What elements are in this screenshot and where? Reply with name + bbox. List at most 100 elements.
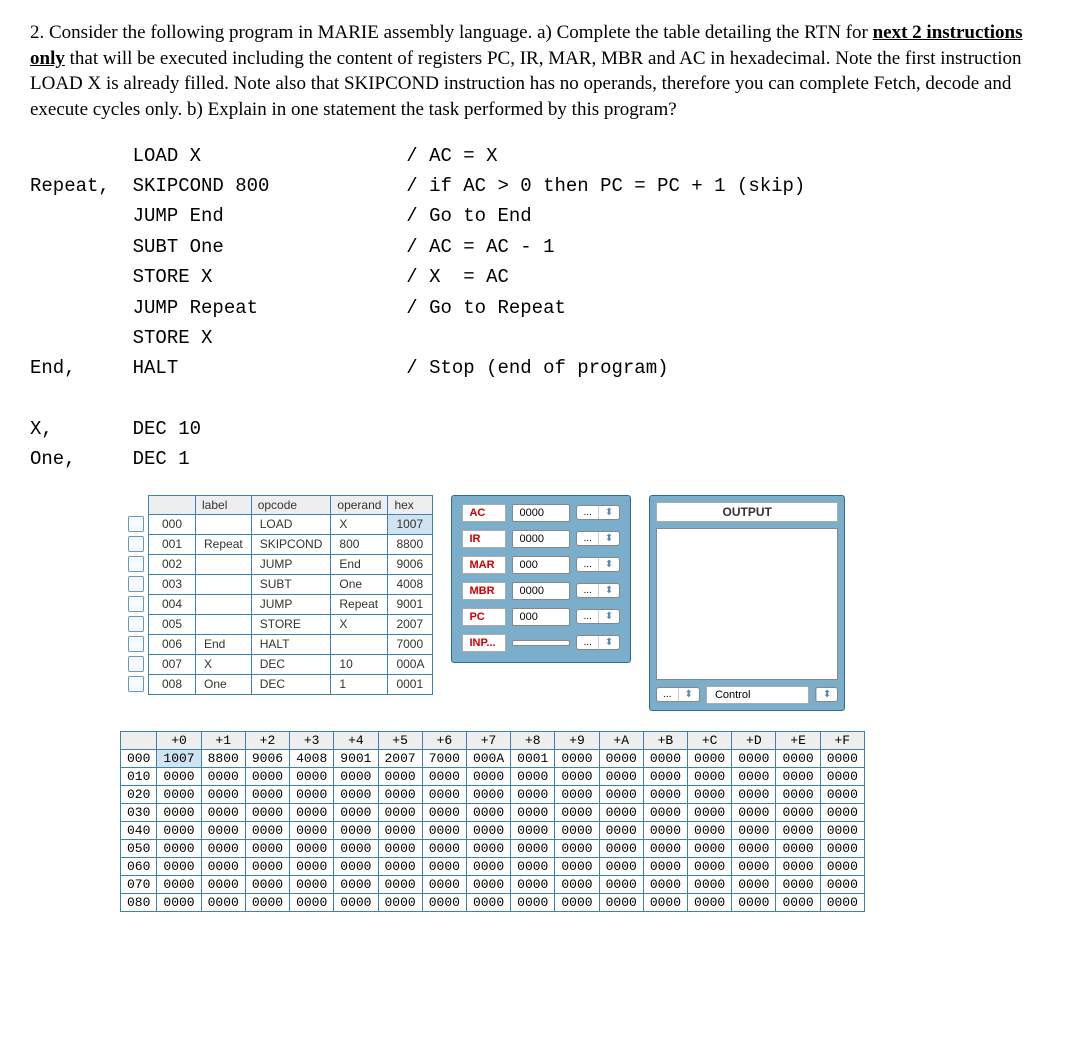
- memdump-cell[interactable]: 0000: [776, 803, 820, 821]
- memdump-cell[interactable]: 0000: [643, 821, 687, 839]
- memdump-cell[interactable]: 0000: [599, 839, 643, 857]
- memdump-cell[interactable]: 0000: [511, 839, 555, 857]
- memdump-cell[interactable]: 000A: [466, 749, 510, 767]
- memdump-cell[interactable]: 0000: [820, 893, 864, 911]
- memdump-cell[interactable]: 0000: [643, 785, 687, 803]
- reg-stepper-pc[interactable]: ...⬍: [576, 609, 620, 624]
- memdump-cell[interactable]: 0000: [245, 839, 289, 857]
- memdump-cell[interactable]: 0000: [422, 785, 466, 803]
- memdump-cell[interactable]: 0000: [334, 839, 378, 857]
- memdump-cell[interactable]: 0000: [466, 767, 510, 785]
- memdump-cell[interactable]: 0000: [555, 803, 599, 821]
- memdump-cell[interactable]: 0000: [290, 893, 334, 911]
- memdump-cell[interactable]: 0000: [334, 803, 378, 821]
- memdump-cell[interactable]: 0000: [732, 803, 776, 821]
- memdump-cell[interactable]: 0000: [732, 749, 776, 767]
- reg-stepper-mbr[interactable]: ...⬍: [576, 583, 620, 598]
- memdump-cell[interactable]: 0000: [334, 785, 378, 803]
- output-textarea[interactable]: [656, 528, 838, 680]
- memdump-cell[interactable]: 0000: [643, 875, 687, 893]
- memdump-cell[interactable]: 0000: [334, 893, 378, 911]
- memdump-cell[interactable]: 0000: [201, 875, 245, 893]
- memdump-cell[interactable]: 0000: [820, 767, 864, 785]
- memdump-cell[interactable]: 0000: [776, 767, 820, 785]
- memdump-cell[interactable]: 0000: [599, 875, 643, 893]
- memdump-cell[interactable]: 0000: [466, 893, 510, 911]
- memdump-cell[interactable]: 0000: [776, 893, 820, 911]
- memdump-cell[interactable]: 0000: [776, 749, 820, 767]
- memdump-cell[interactable]: 0000: [776, 785, 820, 803]
- memdump-cell[interactable]: 0000: [466, 821, 510, 839]
- memdump-cell[interactable]: 0000: [599, 857, 643, 875]
- memdump-cell[interactable]: 0000: [820, 839, 864, 857]
- memdump-cell[interactable]: 0000: [290, 785, 334, 803]
- memdump-cell[interactable]: 0000: [157, 893, 201, 911]
- reg-stepper-mar[interactable]: ...⬍: [576, 557, 620, 572]
- memdump-cell[interactable]: 0000: [422, 767, 466, 785]
- memdump-cell[interactable]: 0000: [422, 857, 466, 875]
- memdump-cell[interactable]: 0000: [776, 875, 820, 893]
- memdump-cell[interactable]: 0000: [776, 821, 820, 839]
- memdump-cell[interactable]: 0000: [290, 767, 334, 785]
- memdump-cell[interactable]: 0000: [334, 875, 378, 893]
- memdump-cell[interactable]: 0000: [378, 821, 422, 839]
- memdump-cell[interactable]: 0000: [643, 857, 687, 875]
- memdump-cell[interactable]: 0000: [732, 893, 776, 911]
- memdump-cell[interactable]: 0000: [511, 803, 555, 821]
- breakpoint-checkbox[interactable]: [128, 516, 144, 532]
- memdump-cell[interactable]: 0000: [511, 767, 555, 785]
- memdump-cell[interactable]: 9001: [334, 749, 378, 767]
- listing-row[interactable]: 002JUMPEnd9006: [120, 554, 433, 574]
- memdump-cell[interactable]: 1007: [157, 749, 201, 767]
- memdump-cell[interactable]: 0000: [334, 821, 378, 839]
- memdump-cell[interactable]: 0000: [599, 785, 643, 803]
- memdump-cell[interactable]: 0000: [378, 785, 422, 803]
- memdump-cell[interactable]: 0000: [422, 821, 466, 839]
- memdump-cell[interactable]: 0000: [201, 839, 245, 857]
- memdump-cell[interactable]: 0000: [290, 875, 334, 893]
- memdump-cell[interactable]: 0000: [776, 839, 820, 857]
- memdump-cell[interactable]: 0000: [820, 821, 864, 839]
- listing-row[interactable]: 001RepeatSKIPCOND8008800: [120, 534, 433, 554]
- output-mode-stepper[interactable]: ...⬍: [656, 687, 700, 702]
- memdump-cell[interactable]: 0000: [820, 875, 864, 893]
- memdump-cell[interactable]: 0000: [555, 821, 599, 839]
- breakpoint-checkbox[interactable]: [128, 596, 144, 612]
- memdump-cell[interactable]: 0000: [643, 893, 687, 911]
- memdump-cell[interactable]: 0000: [157, 785, 201, 803]
- listing-row[interactable]: 006EndHALT7000: [120, 634, 433, 654]
- memdump-cell[interactable]: 0000: [201, 767, 245, 785]
- memdump-cell[interactable]: 0000: [511, 821, 555, 839]
- memdump-cell[interactable]: 0000: [466, 839, 510, 857]
- memdump-cell[interactable]: 0000: [378, 875, 422, 893]
- memdump-cell[interactable]: 0001: [511, 749, 555, 767]
- memdump-cell[interactable]: 0000: [555, 785, 599, 803]
- memdump-cell[interactable]: 0000: [157, 857, 201, 875]
- memdump-cell[interactable]: 0000: [555, 749, 599, 767]
- memdump-cell[interactable]: 0000: [422, 893, 466, 911]
- memdump-cell[interactable]: 0000: [599, 893, 643, 911]
- memdump-cell[interactable]: 0000: [157, 767, 201, 785]
- memdump-cell[interactable]: 0000: [732, 875, 776, 893]
- memdump-cell[interactable]: 0000: [688, 767, 732, 785]
- memdump-cell[interactable]: 0000: [201, 821, 245, 839]
- memdump-cell[interactable]: 0000: [732, 839, 776, 857]
- memdump-cell[interactable]: 0000: [466, 803, 510, 821]
- memdump-cell[interactable]: 9006: [245, 749, 289, 767]
- memdump-cell[interactable]: 0000: [290, 821, 334, 839]
- listing-row[interactable]: 008OneDEC10001: [120, 674, 433, 694]
- memdump-cell[interactable]: 0000: [157, 875, 201, 893]
- memdump-cell[interactable]: 0000: [157, 821, 201, 839]
- memdump-cell[interactable]: 0000: [599, 803, 643, 821]
- breakpoint-checkbox[interactable]: [128, 576, 144, 592]
- memdump-cell[interactable]: 0000: [201, 857, 245, 875]
- memdump-cell[interactable]: 0000: [555, 875, 599, 893]
- breakpoint-checkbox[interactable]: [128, 616, 144, 632]
- listing-row[interactable]: 007XDEC10000A: [120, 654, 433, 674]
- reg-stepper-ac[interactable]: ...⬍: [576, 505, 620, 520]
- memdump-cell[interactable]: 0000: [555, 839, 599, 857]
- memdump-cell[interactable]: 0000: [290, 803, 334, 821]
- memdump-cell[interactable]: 0000: [378, 857, 422, 875]
- memdump-cell[interactable]: 0000: [688, 749, 732, 767]
- memdump-cell[interactable]: 0000: [555, 767, 599, 785]
